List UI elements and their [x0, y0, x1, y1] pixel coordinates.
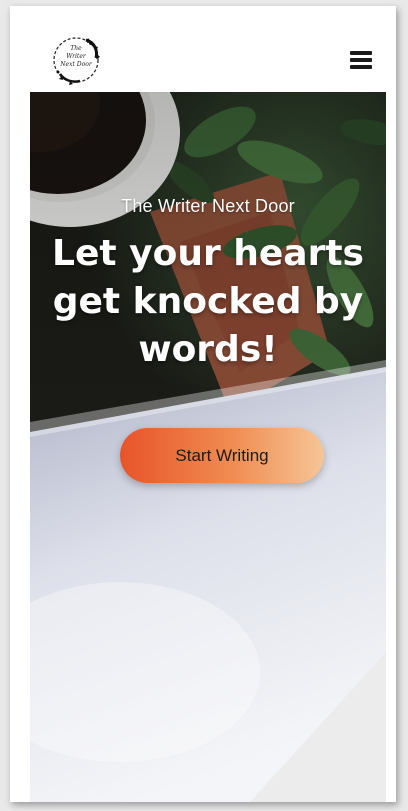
site-logo[interactable]: The Writer Next Door — [50, 34, 102, 86]
start-writing-button[interactable]: Start Writing — [120, 428, 324, 483]
hero-subtitle: The Writer Next Door — [121, 196, 295, 216]
site-header: The Writer Next Door — [10, 6, 396, 92]
hero-headline: Let your hearts get knocked by words! — [52, 233, 364, 370]
page-frame: The Writer Next Door The Writer Next Doo… — [10, 6, 396, 802]
hero-section: The Writer Next Door Let your hearts get… — [30, 92, 386, 802]
hamburger-menu-icon[interactable] — [348, 48, 374, 72]
logo-text: The Writer Next Door — [60, 45, 92, 68]
